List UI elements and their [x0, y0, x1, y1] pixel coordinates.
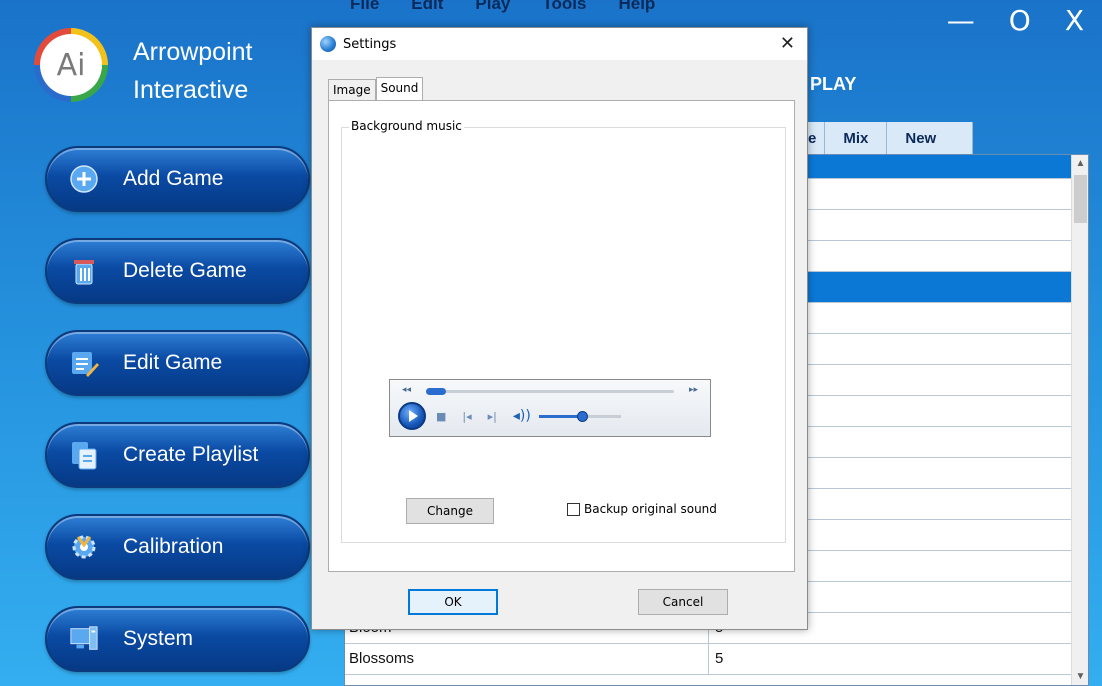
trash-icon	[69, 256, 99, 286]
gear-icon	[69, 532, 99, 562]
list-tabs: e Mix New	[790, 122, 974, 154]
seek-forward-icon[interactable]: ▸▸	[689, 384, 698, 395]
calibration-button[interactable]: Calibration	[45, 514, 310, 580]
row-name: Blossoms	[345, 644, 709, 674]
plus-circle-icon	[69, 164, 99, 194]
tab-new[interactable]: New	[887, 122, 974, 154]
delete-game-button[interactable]: Delete Game	[45, 238, 310, 304]
menu-tools[interactable]: Tools	[542, 0, 586, 14]
app-icon	[320, 36, 336, 52]
next-icon[interactable]: ▸|	[488, 410, 497, 423]
page-title: PLAY	[810, 74, 857, 94]
seek-back-icon[interactable]: ◂◂	[402, 384, 411, 395]
play-icon	[409, 410, 418, 422]
maximize-button[interactable]: O	[1009, 4, 1031, 37]
seek-track[interactable]	[426, 390, 674, 393]
add-game-button[interactable]: Add Game	[45, 146, 310, 212]
previous-icon[interactable]: |◂	[462, 410, 471, 423]
row-value: 5	[715, 650, 724, 667]
brand-line-2: Interactive	[133, 76, 249, 104]
menu-edit[interactable]: Edit	[411, 0, 443, 14]
settings-dialog: Settings ✕ Image Sound Background music …	[311, 27, 808, 630]
volume-knob[interactable]	[576, 410, 588, 422]
dialog-tabs: Image Sound	[328, 77, 424, 101]
menu-file[interactable]: File	[350, 0, 379, 14]
menu-bar: File Edit Play Tools Help	[350, 0, 655, 22]
window-controls: — O X	[947, 4, 1084, 37]
table-row[interactable]: Blossoms 5	[345, 644, 1071, 675]
tab-sound[interactable]: Sound	[375, 77, 424, 101]
create-playlist-button[interactable]: Create Playlist	[45, 422, 310, 488]
volume-icon[interactable]: ◂))	[513, 408, 531, 424]
edit-list-icon	[69, 348, 99, 378]
ok-button[interactable]: OK	[408, 589, 498, 615]
stop-icon[interactable]: ■	[436, 410, 446, 423]
media-player: ◂◂ ▸▸ ■ |◂ ▸| ◂))	[389, 379, 711, 437]
tab-mix[interactable]: Mix	[825, 122, 888, 154]
system-button[interactable]: System	[45, 606, 310, 672]
list-scrollbar[interactable]: ▲ ▼	[1071, 155, 1088, 685]
brand-name: Arrowpoint Interactive	[133, 33, 253, 109]
scroll-up-icon[interactable]: ▲	[1072, 155, 1088, 172]
seek-thumb[interactable]	[426, 388, 446, 395]
playlist-icon	[69, 440, 99, 470]
backup-sound-label: Backup original sound	[584, 502, 717, 516]
tab-image[interactable]: Image	[328, 79, 376, 100]
system-label: System	[123, 627, 194, 650]
background-music-group	[341, 127, 786, 543]
play-button[interactable]	[398, 402, 426, 430]
volume-fill	[538, 414, 582, 418]
seek-bar[interactable]: ◂◂ ▸▸	[402, 384, 698, 396]
close-button[interactable]: X	[1065, 4, 1084, 37]
dialog-title: Settings	[343, 36, 397, 52]
create-playlist-label: Create Playlist	[123, 443, 259, 466]
menu-help[interactable]: Help	[618, 0, 655, 14]
system-icon	[69, 624, 99, 654]
menu-play[interactable]: Play	[475, 0, 510, 14]
add-game-label: Add Game	[123, 167, 224, 190]
backup-sound-checkbox[interactable]	[567, 502, 580, 516]
scroll-thumb[interactable]	[1074, 175, 1087, 223]
change-button[interactable]: Change	[406, 498, 494, 524]
scroll-down-icon[interactable]: ▼	[1072, 668, 1088, 685]
calibration-label: Calibration	[123, 535, 224, 558]
sound-tab-panel: Background music ◂◂ ▸▸ ■ |◂ ▸| ◂)) Chang…	[328, 100, 795, 572]
group-label: Background music	[349, 119, 464, 133]
edit-game-label: Edit Game	[123, 351, 223, 374]
minimize-button[interactable]: —	[947, 4, 975, 37]
edit-game-button[interactable]: Edit Game	[45, 330, 310, 396]
player-controls: ■ |◂ ▸| ◂))	[398, 402, 621, 430]
dialog-close-button[interactable]: ✕	[780, 33, 795, 54]
backup-sound-checkbox-wrap[interactable]: Backup original sound	[567, 502, 717, 516]
cancel-button[interactable]: Cancel	[638, 589, 728, 615]
volume-slider[interactable]	[538, 410, 621, 422]
logo-icon: Ai	[40, 34, 102, 96]
brand-line-1: Arrowpoint	[133, 38, 253, 66]
dialog-titlebar: Settings ✕	[312, 28, 807, 60]
delete-game-label: Delete Game	[123, 259, 247, 282]
